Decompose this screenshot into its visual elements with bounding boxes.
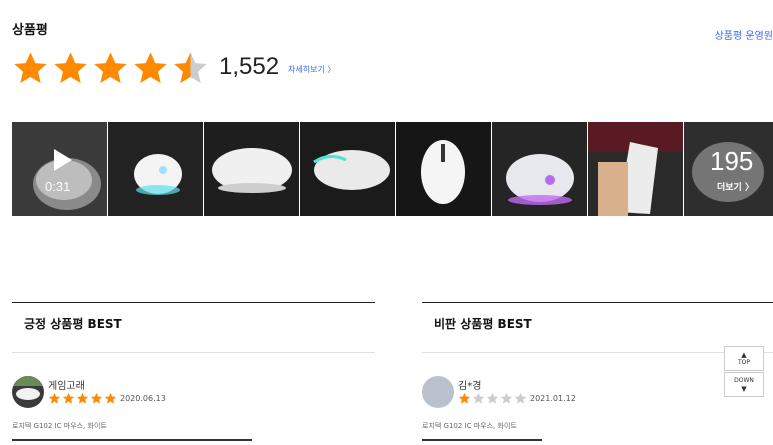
mouse-photo xyxy=(396,122,491,216)
avatar xyxy=(12,376,44,408)
review-date: 2020.06.13 xyxy=(120,394,166,403)
empty-star-icon xyxy=(472,392,485,404)
star-icon xyxy=(76,392,89,404)
review-photo-thumbnail[interactable] xyxy=(492,122,587,216)
mouse-photo xyxy=(204,122,299,216)
reviewer-name: 게임고래 xyxy=(48,381,85,392)
rating-count: 1,552 xyxy=(219,53,280,80)
best-negative-title: 비판 상품평 BEST xyxy=(434,317,532,331)
star-icon xyxy=(94,52,127,83)
star-icon xyxy=(104,392,117,404)
star-icon xyxy=(458,392,471,404)
reviewer-name: 김*경 xyxy=(458,381,482,392)
video-duration: 0:31 xyxy=(45,179,71,194)
star-icon xyxy=(62,392,75,404)
review-photo-thumbnail[interactable] xyxy=(396,122,491,216)
product-option: 로지텍 G102 IC 마우스, 화이트 xyxy=(12,422,107,430)
empty-star-icon xyxy=(486,392,499,404)
star-icon xyxy=(48,392,61,404)
mouse-photo xyxy=(108,122,203,216)
mouse-photo xyxy=(300,122,395,216)
product-option: 로지텍 G102 IC 마우스, 화이트 xyxy=(422,422,517,430)
review-photo-thumbnail[interactable] xyxy=(300,122,395,216)
more-photos-button[interactable]: 195 더보기 〉 xyxy=(684,122,773,216)
mouse-photo xyxy=(588,122,683,216)
divider xyxy=(422,439,542,441)
play-icon xyxy=(54,149,72,171)
scroll-top-label: TOP xyxy=(737,359,750,366)
up-arrow-icon: ▲ xyxy=(741,351,747,359)
review-policy-link[interactable]: 상품평 운영원 xyxy=(715,27,773,42)
half-star-icon xyxy=(174,52,207,83)
best-positive-title: 긍정 상품평 BEST xyxy=(24,317,122,331)
review-date: 2021.01.12 xyxy=(530,394,576,403)
scroll-down-label: DOWN xyxy=(734,377,754,384)
star-icon xyxy=(54,52,87,83)
more-photos-count: 195 xyxy=(710,146,754,176)
reviewer-info: 게임고래 2020.06.13 xyxy=(12,353,375,413)
star-icon xyxy=(134,52,167,83)
empty-star-icon xyxy=(514,392,527,404)
reviews-title: 상품평 xyxy=(12,23,48,38)
review-rating xyxy=(458,392,527,405)
rating-stars xyxy=(12,50,209,87)
avatar xyxy=(422,376,454,408)
scroll-top-button[interactable]: ▲ TOP xyxy=(724,346,764,371)
review-photo-thumbnail[interactable] xyxy=(588,122,683,216)
best-positive-review: 긍정 상품평 BEST 게임고래 2020.06.13 로지텍 G102 IC … xyxy=(12,302,375,441)
star-icon xyxy=(14,52,47,83)
best-negative-review: 비판 상품평 BEST 김*경 2021.01.12 로지텍 G102 IC 마… xyxy=(422,302,773,441)
more-photos-label: 더보기 〉 xyxy=(717,183,754,193)
play-button[interactable] xyxy=(12,122,107,216)
empty-star-icon xyxy=(500,392,513,404)
down-arrow-icon: ▼ xyxy=(741,385,747,393)
reviewer-info: 김*경 2021.01.12 xyxy=(422,353,773,413)
rating-detail-link[interactable]: 자세히보기 〉 xyxy=(288,64,335,75)
review-photo-thumbnail[interactable] xyxy=(108,122,203,216)
star-icon xyxy=(90,392,103,404)
review-photo-thumbnail[interactable] xyxy=(204,122,299,216)
review-photo-strip: 0:31 195 더보기 〉 xyxy=(12,122,773,216)
divider xyxy=(12,439,252,441)
review-video-thumbnail[interactable]: 0:31 xyxy=(12,122,107,216)
scroll-down-button[interactable]: DOWN ▼ xyxy=(724,372,764,397)
review-rating xyxy=(48,392,117,405)
mouse-photo xyxy=(492,122,587,216)
